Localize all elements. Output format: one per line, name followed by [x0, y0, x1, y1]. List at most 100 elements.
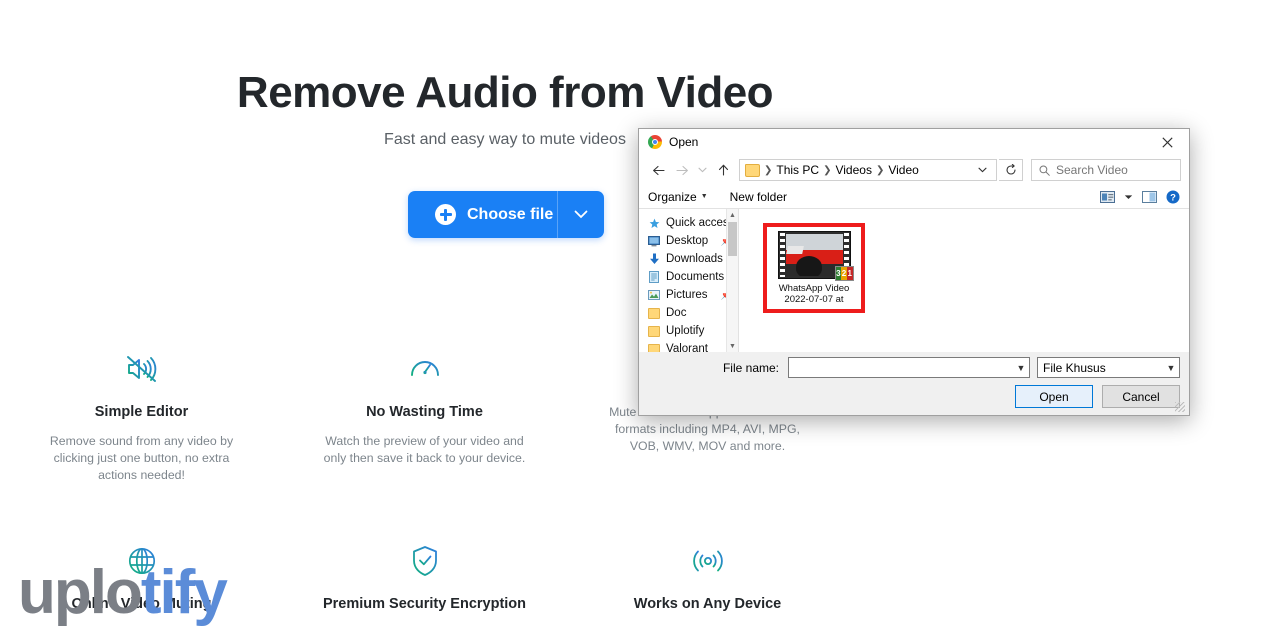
chevron-down-icon[interactable]: ▼	[1163, 363, 1179, 373]
nav-item-uplotify[interactable]: Uplotify	[639, 322, 738, 340]
search-icon	[1039, 165, 1050, 176]
nav-item-label: Pictures	[666, 289, 708, 301]
video-thumbnail: 3 2 1	[777, 231, 854, 281]
choose-file-dropdown-toggle[interactable]	[557, 191, 604, 238]
view-dropdown-button[interactable]	[1124, 194, 1133, 200]
nav-item-quick-access[interactable]: Quick access	[639, 214, 738, 232]
navigation-pane-scrollbar[interactable]: ▲ ▼	[726, 209, 738, 352]
change-view-button[interactable]	[1100, 190, 1115, 203]
dialog-navigation-bar: ❯ This PC ❯ Videos ❯ Video Search Video	[639, 155, 1189, 185]
pictures-icon	[648, 289, 660, 301]
film-perforations-left	[779, 233, 785, 277]
help-button[interactable]: ?	[1166, 190, 1180, 204]
feature-no-wasting-time: No Wasting Time Watch the preview of you…	[283, 348, 566, 484]
nav-item-doc[interactable]: Doc	[639, 304, 738, 322]
cancel-button[interactable]: Cancel	[1102, 385, 1180, 408]
dialog-buttons: Open Cancel	[648, 385, 1180, 408]
nav-item-label: Uplotify	[666, 325, 705, 337]
breadcrumb-separator: ❯	[764, 164, 773, 176]
dialog-title: Open	[669, 135, 699, 149]
file-list-pane[interactable]: 3 2 1 WhatsApp Video 2022-07-07 at	[739, 209, 1189, 352]
nav-item-label: Doc	[666, 307, 687, 319]
recent-locations-button[interactable]	[695, 159, 710, 181]
organize-label: Organize	[648, 189, 697, 204]
view-icon	[1100, 190, 1115, 203]
search-input-placeholder: Search Video	[1056, 163, 1128, 177]
refresh-button[interactable]	[999, 159, 1023, 181]
desktop-icon	[648, 235, 660, 247]
nav-item-valorant[interactable]: Valorant	[639, 340, 738, 352]
file-name-input[interactable]: ▼	[788, 357, 1030, 378]
preview-pane-icon	[1142, 190, 1157, 203]
close-button[interactable]	[1145, 129, 1189, 155]
up-button[interactable]	[712, 159, 734, 181]
dialog-footer: File name: ▼ File Khusus ▼ Open Cancel	[639, 352, 1189, 415]
close-icon	[1161, 136, 1173, 148]
file-type-value: File Khusus	[1043, 360, 1106, 375]
scrollbar-thumb[interactable]	[728, 222, 737, 256]
file-type-select[interactable]: File Khusus ▼	[1037, 357, 1180, 378]
feature-description: Remove sound from any video by clicking …	[49, 434, 234, 482]
back-button[interactable]	[647, 159, 669, 181]
mute-speaker-icon	[0, 348, 283, 390]
uplotify-logo[interactable]: uplotify	[18, 562, 228, 624]
file-name-row: File name: ▼ File Khusus ▼	[648, 357, 1180, 378]
file-name-line-1: WhatsApp Video	[778, 283, 850, 294]
nav-item-downloads[interactable]: Downloads 📌	[639, 250, 738, 268]
forward-button[interactable]	[671, 159, 693, 181]
preview-pane-button[interactable]	[1142, 190, 1157, 203]
shield-check-icon	[283, 540, 566, 582]
new-folder-label: New folder	[729, 189, 787, 204]
choose-file-label: Choose file	[467, 205, 554, 223]
dialog-command-bar: Organize ▼ New folder ?	[639, 185, 1189, 209]
page-title: Remove Audio from Video	[236, 68, 774, 117]
dialog-title-bar: Open	[639, 129, 1189, 155]
broadcast-icon	[566, 540, 849, 582]
feature-title: No Wasting Time	[366, 404, 483, 420]
search-box[interactable]: Search Video	[1031, 159, 1181, 181]
new-folder-button[interactable]: New folder	[730, 190, 787, 204]
choose-file-button-group[interactable]: Choose file	[408, 191, 604, 238]
open-file-dialog: Open ❯ This PC ❯ Videos ❯ Video Search V…	[638, 128, 1190, 416]
organize-button[interactable]: Organize ▼	[648, 190, 708, 204]
nav-item-label: Documents	[666, 271, 725, 283]
help-icon: ?	[1166, 190, 1180, 203]
page-root: Remove Audio from Video Fast and easy wa…	[0, 0, 1280, 643]
breadcrumb-separator: ❯	[875, 164, 885, 176]
open-button[interactable]: Open	[1015, 385, 1093, 408]
logo-text-accent: tify	[140, 558, 228, 627]
choose-file-button[interactable]: Choose file	[408, 191, 557, 238]
nav-item-desktop[interactable]: Desktop 📌	[639, 232, 738, 250]
speedometer-icon	[283, 348, 566, 390]
breadcrumb-item-this-pc[interactable]: This PC	[773, 163, 822, 177]
download-icon	[648, 253, 660, 265]
arrow-right-icon	[675, 165, 688, 175]
nav-item-label: Quick access	[666, 217, 735, 229]
scroll-down-arrow-icon[interactable]: ▼	[727, 340, 738, 352]
nav-item-label: Valorant	[666, 343, 708, 352]
breadcrumb-item-video[interactable]: Video	[885, 163, 921, 177]
scroll-up-arrow-icon[interactable]: ▲	[727, 209, 738, 221]
chevron-down-icon[interactable]: ▼	[1013, 363, 1029, 373]
resize-grip[interactable]	[1175, 402, 1185, 412]
breadcrumb-separator: ❯	[823, 164, 832, 176]
feature-title: Works on Any Device	[633, 595, 782, 612]
chevron-down-icon	[574, 210, 588, 219]
file-name-label: WhatsApp Video 2022-07-07 at	[779, 283, 850, 305]
refresh-icon	[1005, 164, 1016, 175]
address-dropdown-button[interactable]	[972, 165, 993, 176]
feature-title: Premium Security Encryption	[322, 595, 527, 612]
nav-item-documents[interactable]: Documents 📌	[639, 268, 738, 286]
feature-any-device: Works on Any Device	[566, 540, 849, 612]
star-icon	[648, 217, 660, 229]
address-bar[interactable]: ❯ This PC ❯ Videos ❯ Video	[739, 159, 997, 181]
arrow-left-icon	[652, 165, 665, 175]
file-item-whatsapp-video[interactable]: 3 2 1 WhatsApp Video 2022-07-07 at	[767, 227, 861, 309]
plus-circle-icon	[435, 204, 456, 225]
logo-text-primary: uplo	[18, 558, 143, 627]
breadcrumb-item-videos[interactable]: Videos	[832, 163, 874, 177]
nav-item-label: Desktop	[666, 235, 709, 247]
nav-item-pictures[interactable]: Pictures 📌	[639, 286, 738, 304]
folder-icon	[648, 307, 660, 319]
chevron-down-icon	[978, 167, 987, 172]
